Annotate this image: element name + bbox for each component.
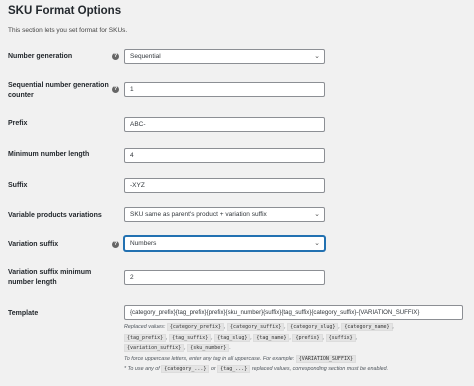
tag-code: {category_name} <box>341 323 393 331</box>
variation-min-length-label-line1: Variation suffix minimum <box>8 269 92 276</box>
variable-variations-select[interactable]: SKU same as parent's product + variation… <box>124 207 325 222</box>
tag-code: {tag_slug} <box>214 333 251 342</box>
chevron-down-icon: ⌄ <box>314 211 320 218</box>
variation-suffix-value: Numbers <box>130 240 157 247</box>
any-of-suffix: replaced values, corresponding section m… <box>251 366 389 373</box>
tag-code: {category_prefix} <box>166 323 225 331</box>
template-input[interactable]: {category_prefix}{tag_prefix}{prefix}{sk… <box>124 305 463 320</box>
any-of-or: or <box>210 366 216 373</box>
tag-code: {category_slug} <box>287 323 339 331</box>
tag-code: {sku_number} <box>187 344 230 353</box>
variation-suffix-select[interactable]: Numbers ⌄ <box>124 236 325 251</box>
help-icon[interactable]: ? <box>112 86 119 93</box>
number-generation-value: Sequential <box>130 53 161 60</box>
tag-code: {tag_suffix} <box>169 333 212 342</box>
sequential-counter-label-line2: counter <box>8 92 34 99</box>
variation-min-length-label: Variation suffix minimum number length <box>8 268 116 288</box>
tag-code: {tag_...} <box>217 365 251 374</box>
number-generation-select[interactable]: Sequential ⌄ <box>124 49 325 64</box>
notes-line-1: Replaced values: {category_prefix}, {cat… <box>124 323 395 331</box>
variable-variations-label: Variable products variations <box>8 212 102 219</box>
suffix-label: Suffix <box>8 182 28 189</box>
sequential-counter-label: Sequential number generation counter <box>8 81 116 101</box>
sequential-counter-label-line1: Sequential number generation <box>8 82 109 89</box>
section-title: SKU Format Options <box>8 5 122 17</box>
sequential-counter-input[interactable]: 1 <box>124 82 325 97</box>
tag-code: {variation_suffix} <box>124 344 185 353</box>
tag-code: {prefix} <box>292 333 323 342</box>
uppercase-note: To force uppercase letters, enter any ta… <box>124 355 295 362</box>
tag-code: {tag_name} <box>253 333 290 342</box>
chevron-down-icon: ⌄ <box>314 53 320 60</box>
notes-line-2: {tag_prefix}, {tag_suffix}, {tag_slug}, … <box>124 333 469 344</box>
template-notes: Replaced values: {category_prefix}, {cat… <box>124 322 469 375</box>
replaced-values-label: Replaced values: <box>124 324 166 330</box>
section-description: This section lets you set format for SKU… <box>8 27 128 34</box>
help-icon[interactable]: ? <box>112 241 119 248</box>
help-icon[interactable]: ? <box>112 53 119 60</box>
min-length-input[interactable]: 4 <box>124 148 325 163</box>
variation-suffix-label: Variation suffix <box>8 241 59 248</box>
tag-code: {tag_prefix} <box>124 333 167 342</box>
notes-line-4: To force uppercase letters, enter any ta… <box>124 354 469 365</box>
chevron-down-icon: ⌄ <box>314 240 320 247</box>
any-of-prefix: * To use any of <box>124 366 160 373</box>
min-length-label: Minimum number length <box>8 151 90 158</box>
tag-code: {category_...} <box>161 365 210 374</box>
prefix-input[interactable]: ABC- <box>124 117 325 132</box>
variable-variations-value: SKU same as parent's product + variation… <box>130 211 267 218</box>
suffix-input[interactable]: -XYZ <box>124 178 325 193</box>
number-generation-label: Number generation <box>8 53 73 60</box>
template-label: Template <box>8 310 39 317</box>
variation-min-length-input[interactable]: 2 <box>124 270 325 285</box>
tag-code: {suffix} <box>325 333 356 342</box>
notes-line-5: * To use any of {category_...} or {tag_.… <box>124 364 469 375</box>
tag-code: {category_suffix} <box>227 323 285 331</box>
notes-line-3: {variation_suffix}, {sku_number}. <box>124 343 469 354</box>
prefix-label: Prefix <box>8 120 28 127</box>
tag-code: {VARIATION_SUFFIX} <box>295 354 356 363</box>
variation-min-length-label-line2: number length <box>8 279 57 286</box>
